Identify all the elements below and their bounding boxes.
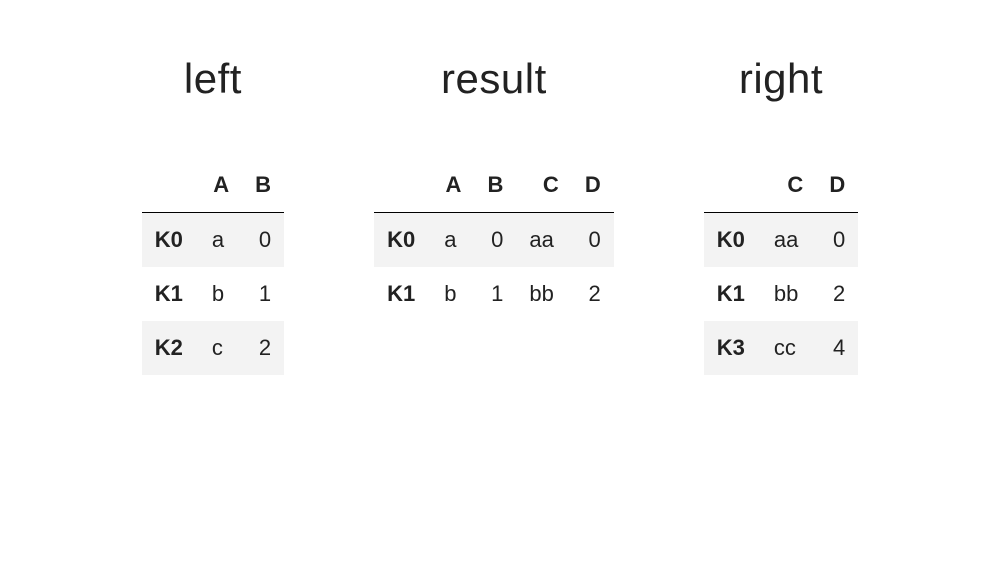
cell: cc xyxy=(761,321,816,375)
table-block-right: right C D K0 aa 0 K1 bb 2 xyxy=(704,55,859,375)
row-index: K0 xyxy=(142,213,199,268)
table-row: K1 b 1 bb 2 xyxy=(374,267,614,321)
row-index: K1 xyxy=(142,267,199,321)
cell: 0 xyxy=(474,213,516,268)
col-header: A xyxy=(199,158,242,213)
table-result: A B C D K0 a 0 aa 0 K1 b 1 bb xyxy=(374,158,614,321)
table-row: K0 a 0 xyxy=(142,213,284,268)
col-header: B xyxy=(242,158,284,213)
corner-cell xyxy=(142,158,199,213)
col-header: B xyxy=(474,158,516,213)
table-row: K2 c 2 xyxy=(142,321,284,375)
col-header: C xyxy=(761,158,816,213)
row-index: K1 xyxy=(374,267,431,321)
table-row: K1 b 1 xyxy=(142,267,284,321)
cell: 1 xyxy=(242,267,284,321)
table-row: K3 cc 4 xyxy=(704,321,859,375)
table-block-result: result A B C D K0 a 0 aa 0 xyxy=(374,55,614,375)
cell: 0 xyxy=(242,213,284,268)
col-header: A xyxy=(431,158,474,213)
cell: 4 xyxy=(816,321,858,375)
table-title-right: right xyxy=(739,55,823,103)
col-header: D xyxy=(572,158,614,213)
table-row: K1 bb 2 xyxy=(704,267,859,321)
row-index: K0 xyxy=(704,213,761,268)
cell: b xyxy=(199,267,242,321)
corner-cell xyxy=(704,158,761,213)
corner-cell xyxy=(374,158,431,213)
cell: b xyxy=(431,267,474,321)
table-row: K0 a 0 aa 0 xyxy=(374,213,614,268)
cell: a xyxy=(199,213,242,268)
table-block-left: left A B K0 a 0 K1 b 1 xyxy=(142,55,284,375)
row-index: K0 xyxy=(374,213,431,268)
cell: 2 xyxy=(572,267,614,321)
table-left: A B K0 a 0 K1 b 1 K2 c 2 xyxy=(142,158,284,375)
cell: bb xyxy=(761,267,816,321)
cell: 2 xyxy=(816,267,858,321)
tables-container: left A B K0 a 0 K1 b 1 xyxy=(0,0,1000,375)
table-right: C D K0 aa 0 K1 bb 2 K3 cc 4 xyxy=(704,158,859,375)
row-index: K3 xyxy=(704,321,761,375)
cell: a xyxy=(431,213,474,268)
col-header: C xyxy=(516,158,571,213)
col-header: D xyxy=(816,158,858,213)
cell: aa xyxy=(516,213,571,268)
table-title-result: result xyxy=(441,55,547,103)
cell: c xyxy=(199,321,242,375)
cell: 0 xyxy=(816,213,858,268)
row-index: K2 xyxy=(142,321,199,375)
cell: 2 xyxy=(242,321,284,375)
table-title-left: left xyxy=(184,55,242,103)
cell: bb xyxy=(516,267,571,321)
cell: 0 xyxy=(572,213,614,268)
cell: aa xyxy=(761,213,816,268)
table-row: K0 aa 0 xyxy=(704,213,859,268)
row-index: K1 xyxy=(704,267,761,321)
cell: 1 xyxy=(474,267,516,321)
